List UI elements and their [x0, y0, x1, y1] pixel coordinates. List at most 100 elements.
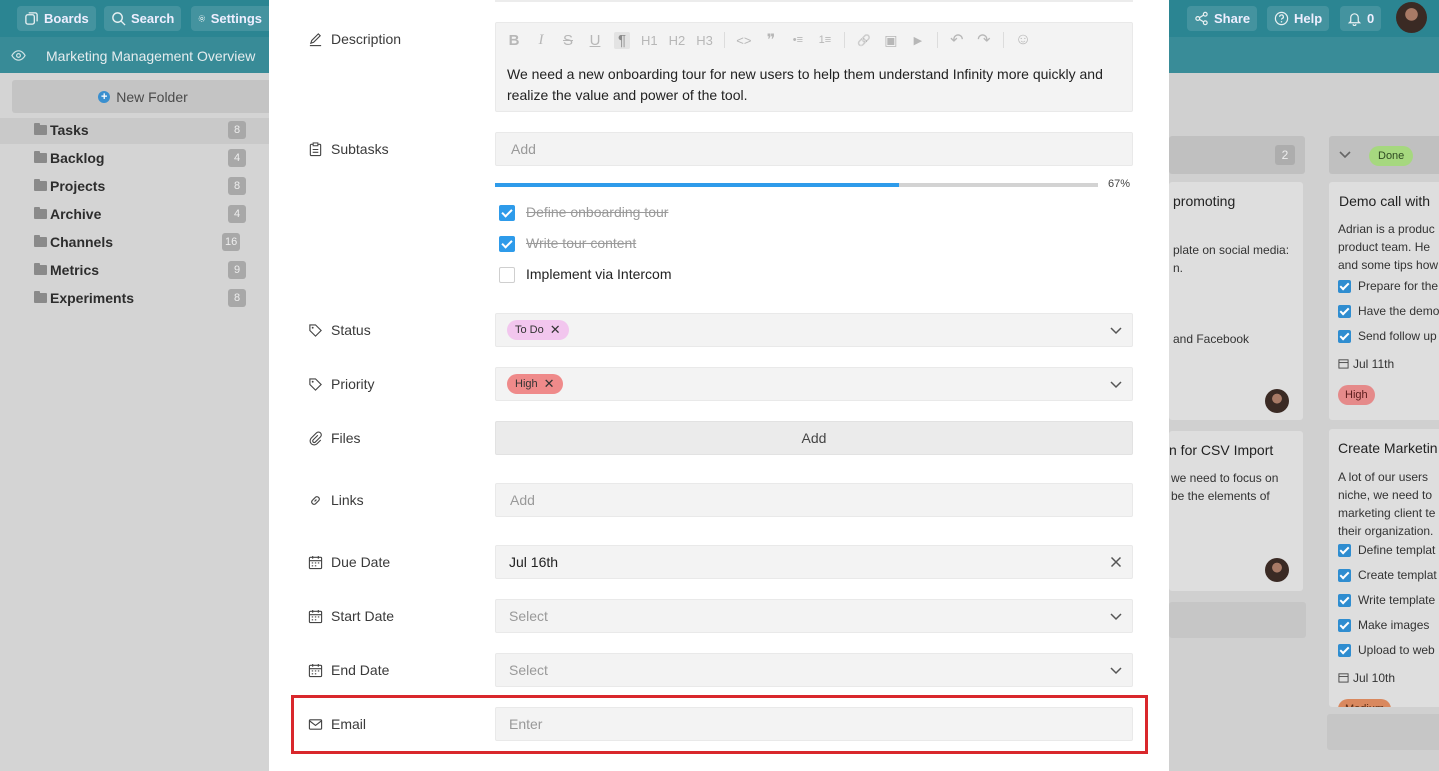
- chevron-down-icon[interactable]: [1110, 610, 1122, 622]
- task-card[interactable]: Create Marketin A lot of our users niche…: [1329, 429, 1439, 707]
- sidebar-item-channels[interactable]: Channels 16: [0, 230, 269, 256]
- start-date-select[interactable]: Select: [495, 599, 1133, 633]
- checkbox[interactable]: [1338, 619, 1351, 632]
- remove-priority-icon[interactable]: ✕: [544, 374, 555, 394]
- chevron-down-icon[interactable]: [1339, 150, 1351, 160]
- sidebar-item-experiments[interactable]: Experiments 8: [0, 286, 269, 312]
- numbered-list-button[interactable]: 1≡: [817, 34, 833, 46]
- checkbox[interactable]: [1338, 330, 1351, 343]
- email-row-highlight: [291, 695, 1148, 754]
- links-input[interactable]: Add: [495, 483, 1133, 517]
- sidebar-item-count: 8: [228, 121, 246, 139]
- checkbox[interactable]: [1338, 644, 1351, 657]
- sidebar-item-metrics[interactable]: Metrics 9: [0, 258, 269, 284]
- quote-button[interactable]: ❞: [763, 30, 779, 50]
- notifications-count: 0: [1367, 11, 1375, 26]
- column-header-done[interactable]: Done: [1329, 136, 1439, 174]
- sidebar-item-backlog[interactable]: Backlog 4: [0, 146, 269, 172]
- chevron-down-icon[interactable]: [1110, 378, 1122, 390]
- priority-select[interactable]: High ✕: [495, 367, 1133, 401]
- calendar-icon: [1338, 359, 1349, 369]
- column-header[interactable]: 2: [1169, 136, 1305, 174]
- avatar[interactable]: [1265, 558, 1289, 582]
- sidebar-item-label: Channels: [50, 234, 114, 250]
- checkbox[interactable]: [1338, 280, 1351, 293]
- sidebar-item-tasks[interactable]: Tasks 8: [0, 118, 269, 144]
- user-avatar[interactable]: [1396, 2, 1427, 33]
- task-card[interactable]: Demo call with Adrian is a produc produc…: [1329, 182, 1439, 420]
- italic-button[interactable]: I: [533, 32, 549, 49]
- checkbox[interactable]: [1338, 594, 1351, 607]
- remove-status-icon[interactable]: ✕: [550, 320, 561, 340]
- card-date: Jul 10th: [1353, 671, 1396, 685]
- add-card-button[interactable]: [1169, 602, 1306, 638]
- task-card[interactable]: promoting plate on social media: n. and …: [1169, 182, 1303, 420]
- eye-icon[interactable]: [11, 48, 26, 63]
- end-date-select[interactable]: Select: [495, 653, 1133, 687]
- add-file-button[interactable]: Add: [495, 421, 1133, 455]
- avatar[interactable]: [1265, 389, 1289, 413]
- chevron-down-icon[interactable]: [1110, 324, 1122, 336]
- image-button[interactable]: ▣: [883, 32, 899, 49]
- link-button[interactable]: 🔗: [856, 34, 872, 47]
- add-card-button[interactable]: [1327, 714, 1439, 750]
- video-button[interactable]: ▶: [910, 34, 926, 47]
- heading3-button[interactable]: H3: [696, 33, 713, 48]
- help-button[interactable]: Help: [1267, 6, 1330, 31]
- redo-button[interactable]: ↷: [976, 30, 992, 50]
- card-text: be the elements of: [1171, 489, 1270, 503]
- emoji-button[interactable]: ☺: [1015, 31, 1031, 49]
- underline-button[interactable]: U: [587, 32, 603, 49]
- due-date-label: Due Date: [331, 554, 391, 570]
- end-date-placeholder: Select: [509, 662, 548, 678]
- notifications-button[interactable]: 0: [1340, 6, 1382, 31]
- subtask-text[interactable]: Implement via Intercom: [526, 266, 672, 282]
- settings-button[interactable]: Settings: [191, 6, 269, 31]
- share-button[interactable]: Share: [1187, 6, 1258, 31]
- description-text[interactable]: We need a new onboarding tour for new us…: [507, 64, 1117, 106]
- task-card[interactable]: n for CSV Import we need to focus on be …: [1169, 431, 1303, 591]
- link-icon: [311, 495, 320, 505]
- priority-badge: Medium: [1338, 699, 1392, 707]
- strikethrough-button[interactable]: S: [560, 32, 576, 49]
- subtask-text[interactable]: Write tour content: [526, 235, 636, 251]
- subtasks-label: Subtasks: [331, 141, 389, 157]
- paragraph-button[interactable]: ¶: [614, 31, 630, 49]
- new-folder-button[interactable]: + New Folder: [12, 80, 274, 113]
- editor-toolbar: B I S U ¶ H1 H2 H3 <> ❞ •≡ 1≡ 🔗 ▣ ▶ ↶ ↷ …: [506, 30, 1032, 50]
- checkbox[interactable]: [1338, 305, 1351, 318]
- checklist-item: Make images: [1358, 618, 1430, 632]
- heading2-button[interactable]: H2: [669, 33, 686, 48]
- chevron-down-icon[interactable]: [1110, 664, 1122, 676]
- start-date-label: Start Date: [331, 608, 395, 624]
- card-title: Demo call with: [1339, 193, 1431, 209]
- search-button[interactable]: Search: [104, 6, 182, 31]
- subtask-checkbox[interactable]: [499, 267, 515, 283]
- add-subtask-input[interactable]: Add: [495, 132, 1133, 166]
- description-editor[interactable]: B I S U ¶ H1 H2 H3 <> ❞ •≡ 1≡ 🔗 ▣ ▶ ↶ ↷ …: [495, 22, 1133, 112]
- checkbox[interactable]: [1338, 569, 1351, 582]
- card-text: plate on social media:: [1173, 243, 1290, 257]
- subtask-text[interactable]: Define onboarding tour: [526, 204, 668, 220]
- boards-button[interactable]: Boards: [17, 6, 96, 31]
- subtask-checkbox[interactable]: [499, 205, 515, 221]
- due-date-field[interactable]: Jul 16th: [495, 545, 1133, 579]
- heading1-button[interactable]: H1: [641, 33, 658, 48]
- code-button[interactable]: <>: [736, 33, 752, 48]
- subtask-checkbox[interactable]: [499, 236, 515, 252]
- bullet-list-button[interactable]: •≡: [790, 34, 806, 46]
- card-text: their organization.: [1338, 524, 1434, 538]
- bold-button[interactable]: B: [506, 32, 522, 49]
- sidebar-item-projects[interactable]: Projects 8: [0, 174, 269, 200]
- status-select[interactable]: To Do ✕: [495, 313, 1133, 347]
- undo-button[interactable]: ↶: [949, 30, 965, 50]
- sidebar-item-archive[interactable]: Archive 4: [0, 202, 269, 228]
- checkbox[interactable]: [1338, 544, 1351, 557]
- links-label-row: Links: [308, 492, 364, 508]
- folder-icon: [34, 263, 47, 275]
- sidebar-item-label: Tasks: [50, 122, 89, 138]
- subtask-progress-fill: [495, 183, 899, 187]
- sidebar-item-count: 4: [228, 205, 246, 223]
- sidebar-item-count: 9: [228, 261, 246, 279]
- clear-date-icon[interactable]: [1110, 556, 1122, 568]
